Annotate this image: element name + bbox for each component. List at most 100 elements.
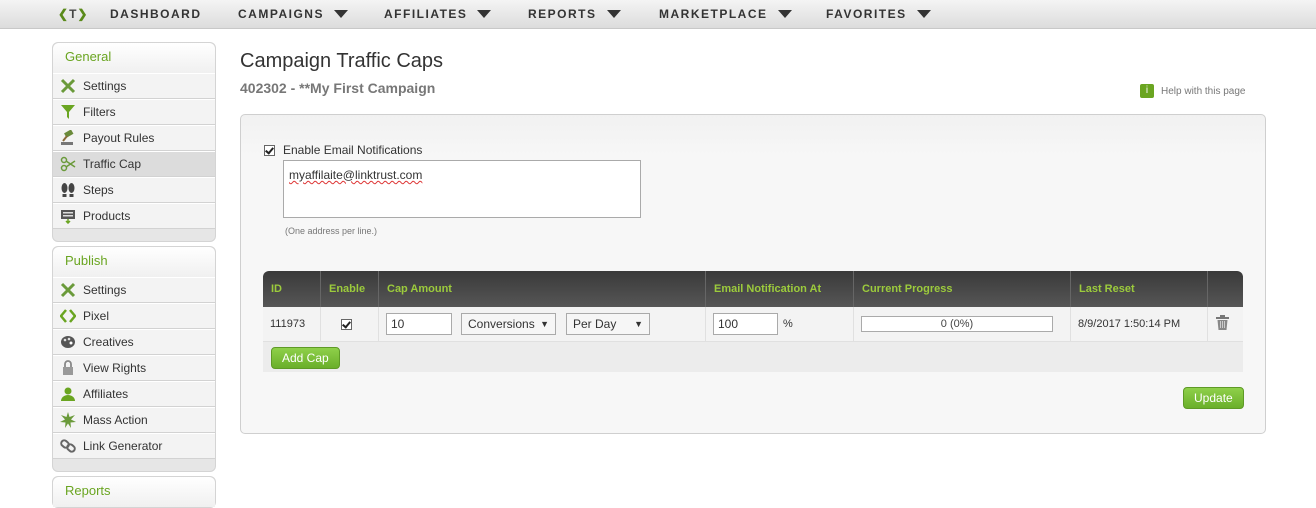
progress-bar: 0 (0%)	[861, 316, 1053, 332]
sidebar-publish: Publish Settings Pixel Creatives View Ri…	[52, 246, 216, 472]
lock-icon	[59, 360, 77, 376]
email-notifications-option: Enable Email Notifications	[264, 143, 422, 157]
caret-down-icon	[916, 10, 931, 18]
sidebar-general: General Settings Filters Payout Rules Tr…	[52, 42, 216, 242]
column-header-id: ID	[271, 283, 282, 295]
link-icon	[59, 438, 77, 454]
sidebar-item-label: Products	[83, 209, 131, 223]
notify-at-input[interactable]: 100	[713, 313, 778, 335]
sidebar-item-payout-rules[interactable]: Payout Rules	[53, 125, 215, 151]
delete-cell	[1207, 307, 1243, 341]
trash-icon[interactable]	[1216, 315, 1229, 333]
help-icon: i	[1140, 84, 1154, 98]
burst-icon	[59, 412, 77, 428]
sidebar-section-title: Reports	[53, 477, 215, 507]
traffic-cap-panel: Enable Email Notifications myaffilaite@l…	[240, 114, 1266, 434]
campaign-subtitle: 402302 - **My First Campaign	[240, 80, 436, 96]
sidebar-item-settings[interactable]: Settings	[53, 73, 215, 99]
email-addresses-textarea[interactable]: myaffilaite@linktrust.com	[283, 160, 641, 218]
sidebar-item-label: Traffic Cap	[83, 157, 142, 171]
nav-reports[interactable]: REPORTS	[528, 7, 621, 21]
caret-down-icon	[606, 10, 621, 18]
last-reset: 8/9/2017 1:50:14 PM	[1070, 307, 1207, 341]
cap-amount-cell: 10 Conversions ▼ Per Day ▼	[378, 307, 705, 341]
email-address-value: myaffilaite@linktrust.com	[289, 168, 423, 182]
funnel-icon	[59, 104, 77, 120]
sidebar-item-label: Steps	[83, 183, 114, 197]
sidebar-item-label: View Rights	[83, 361, 147, 375]
sidebar-item-affiliates[interactable]: Affiliates	[53, 381, 215, 407]
sidebar-item-creatives[interactable]: Creatives	[53, 329, 215, 355]
cap-enable-checkbox[interactable]	[341, 318, 352, 330]
caret-down-icon	[333, 10, 348, 18]
sidebar-section-title: Publish	[53, 247, 215, 277]
product-icon	[59, 208, 77, 224]
footprints-icon	[59, 182, 77, 198]
column-header-enable: Enable	[320, 271, 378, 307]
sidebar-item-label: Pixel	[83, 309, 110, 323]
caret-down-icon	[477, 10, 492, 18]
nav-favorites[interactable]: FAVORITES	[826, 7, 931, 21]
nav-label: REPORTS	[528, 7, 597, 21]
cap-type-select[interactable]: Conversions ▼	[461, 313, 556, 335]
add-cap-button[interactable]: Add Cap	[271, 347, 340, 369]
sidebar-item-link-generator[interactable]: Link Generator	[53, 433, 215, 459]
code-icon	[59, 308, 77, 324]
sidebar-item-steps[interactable]: Steps	[53, 177, 215, 203]
sidebar-item-mass-action[interactable]: Mass Action	[53, 407, 215, 433]
palette-icon	[59, 334, 77, 350]
sidebar-item-label: Affiliates	[83, 387, 129, 401]
sidebar-reports: Reports	[52, 476, 216, 508]
dropdown-arrow-icon: ▼	[540, 319, 549, 329]
notify-at-cell: 100 %	[705, 307, 853, 341]
help-link[interactable]: i Help with this page	[1140, 84, 1246, 98]
nav-label: FAVORITES	[826, 7, 907, 21]
column-header-actions	[1207, 271, 1243, 307]
nav-campaigns[interactable]: CAMPAIGNS	[238, 7, 348, 21]
email-notifications-label: Enable Email Notifications	[283, 143, 423, 157]
sidebar-item-label: Link Generator	[83, 439, 163, 453]
sidebar-item-label: Settings	[83, 283, 127, 297]
column-header-cap-amount: Cap Amount	[378, 271, 705, 307]
update-button[interactable]: Update	[1183, 387, 1244, 409]
nav-marketplace[interactable]: MARKETPLACE	[659, 7, 792, 21]
logo[interactable]: ❮T❯	[58, 7, 88, 21]
caps-table: ID Enable Cap Amount Email Notification …	[263, 271, 1243, 373]
nav-label: MARKETPLACE	[659, 7, 768, 21]
email-notifications-checkbox[interactable]	[264, 144, 275, 156]
percent-label: %	[783, 318, 793, 330]
sidebar-item-publish-settings[interactable]: Settings	[53, 277, 215, 303]
table-header: ID Enable Cap Amount Email Notification …	[263, 271, 1243, 307]
column-header-email-notification-at: Email Notification At	[705, 271, 853, 307]
cap-enable-cell	[320, 307, 378, 341]
sidebar-item-view-rights[interactable]: View Rights	[53, 355, 215, 381]
tools-icon	[59, 78, 77, 94]
dropdown-arrow-icon: ▼	[634, 319, 643, 329]
cap-period-select[interactable]: Per Day ▼	[566, 313, 650, 335]
gavel-icon	[59, 130, 77, 146]
nav-affiliates[interactable]: AFFILIATES	[384, 7, 492, 21]
caret-down-icon	[777, 10, 792, 18]
cap-period-value: Per Day	[573, 317, 617, 331]
nav-label: AFFILIATES	[384, 7, 468, 21]
cap-amount-input[interactable]: 10	[386, 313, 452, 335]
sidebar-item-filters[interactable]: Filters	[53, 99, 215, 125]
sidebar-item-label: Creatives	[83, 335, 134, 349]
nav-label: CAMPAIGNS	[238, 7, 324, 21]
top-navigation: ❮T❯ DASHBOARD CAMPAIGNS AFFILIATES REPOR…	[0, 0, 1316, 29]
sidebar-item-products[interactable]: Products	[53, 203, 215, 229]
sidebar-item-label: Settings	[83, 79, 127, 93]
sidebar-item-label: Filters	[83, 105, 116, 119]
cap-id: 111973	[270, 318, 306, 330]
progress-text: 0 (0%)	[940, 318, 974, 330]
nav-label: DASHBOARD	[110, 7, 202, 21]
tools-icon	[59, 282, 77, 298]
email-hint: (One address per line.)	[285, 226, 378, 236]
scissors-icon	[59, 156, 77, 172]
nav-dashboard[interactable]: DASHBOARD	[110, 7, 202, 21]
user-icon	[59, 386, 77, 402]
sidebar-item-pixel[interactable]: Pixel	[53, 303, 215, 329]
sidebar-item-traffic-cap[interactable]: Traffic Cap	[53, 151, 215, 177]
column-header-last-reset: Last Reset	[1070, 271, 1207, 307]
sidebar-item-label: Payout Rules	[83, 131, 155, 145]
